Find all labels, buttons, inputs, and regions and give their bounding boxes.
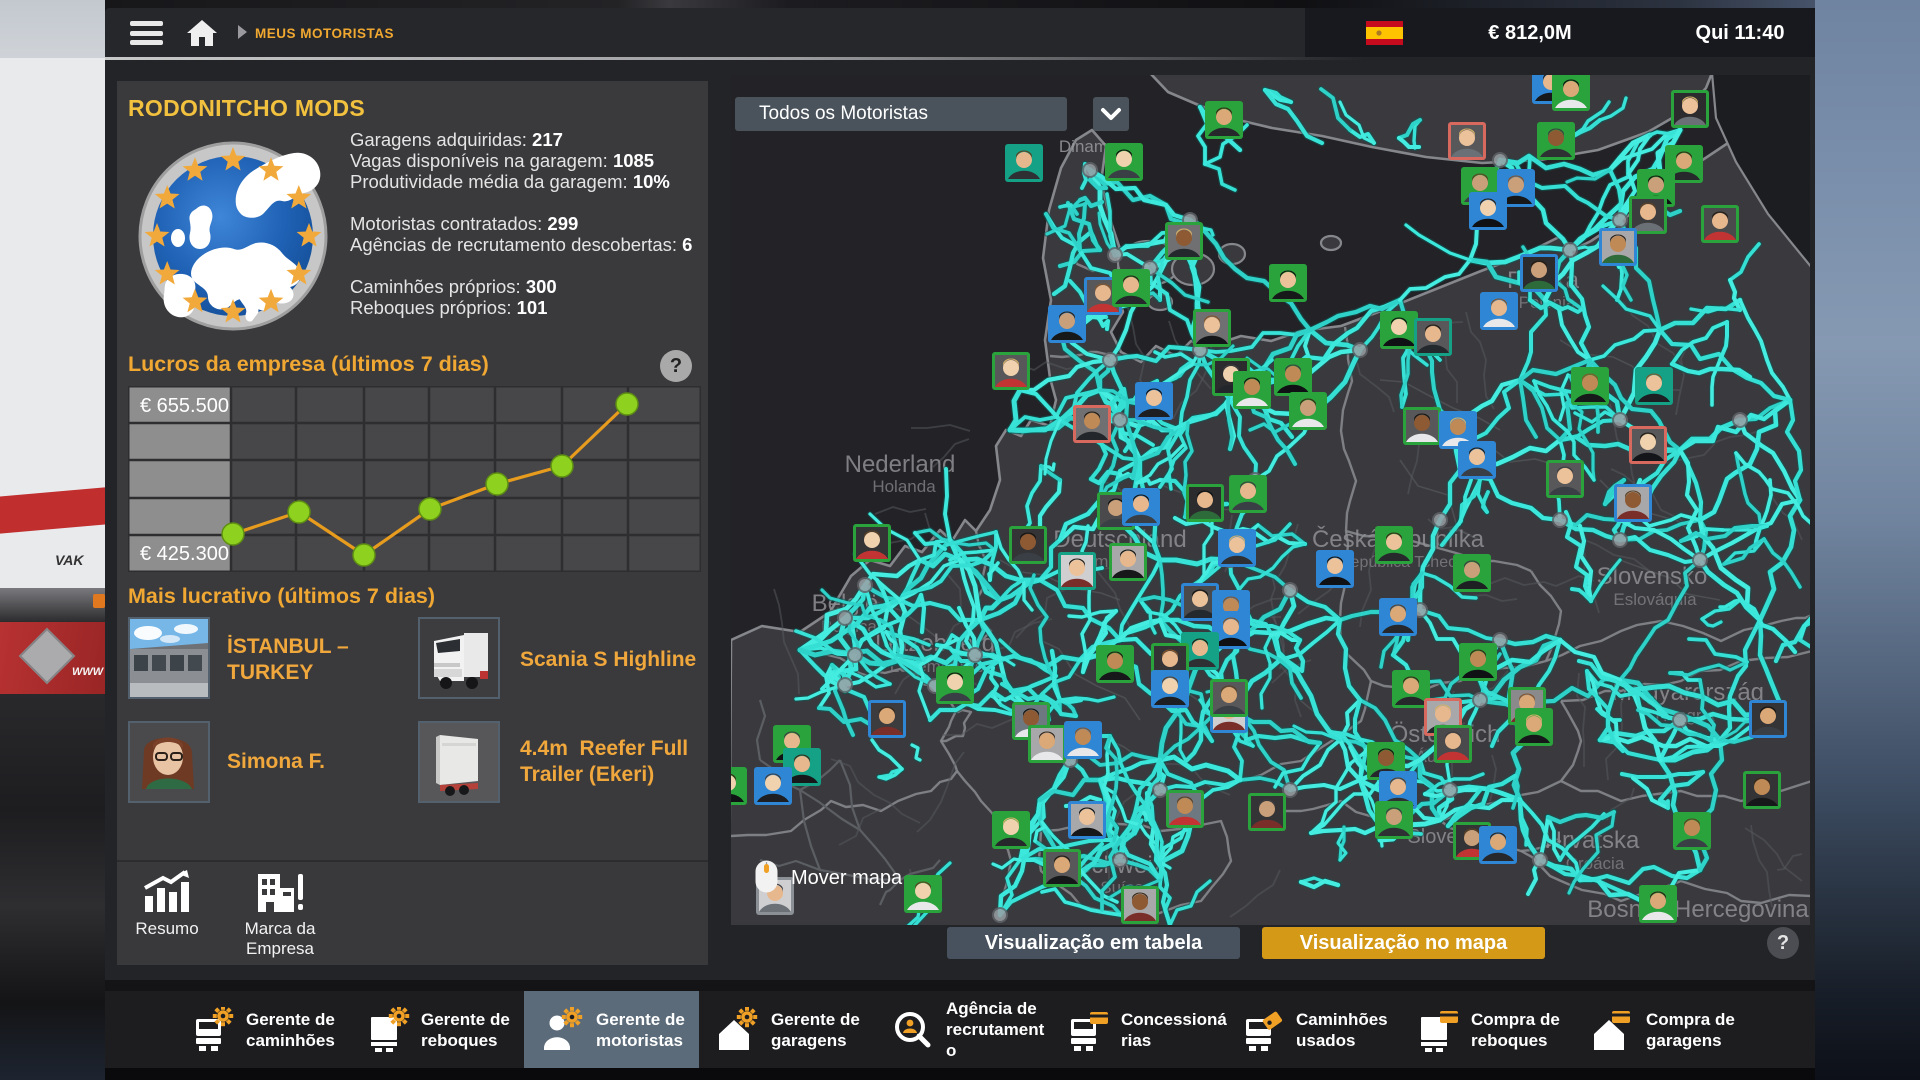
svg-text:Holanda: Holanda bbox=[872, 477, 936, 496]
svg-text:Hrvatska: Hrvatska bbox=[1545, 827, 1640, 854]
svg-text:Bosna i Hercegovina: Bosna i Hercegovina bbox=[1587, 896, 1809, 923]
svg-text:Nederland: Nederland bbox=[845, 451, 956, 478]
